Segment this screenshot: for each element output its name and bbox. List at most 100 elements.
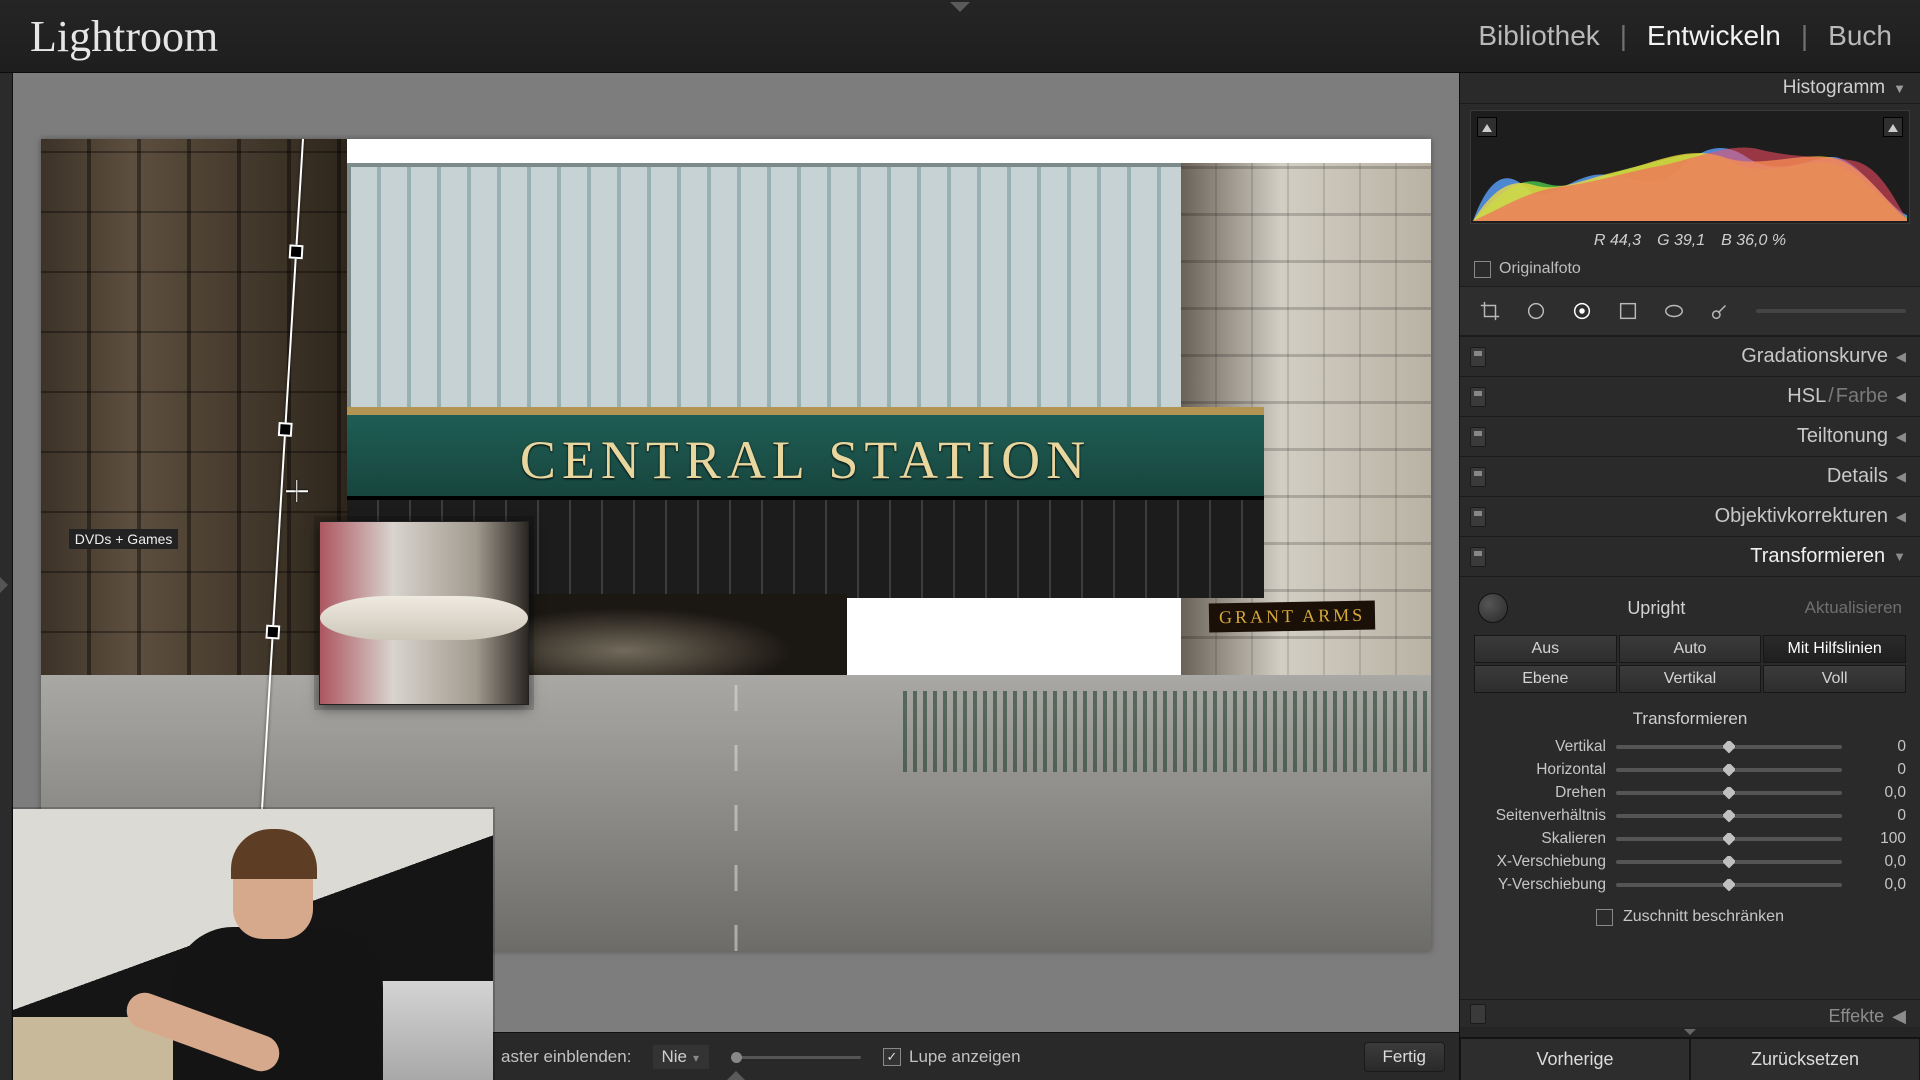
panel-switch-icon[interactable]: [1470, 547, 1486, 567]
module-divider: |: [1620, 20, 1627, 52]
local-tools-strip: [1460, 286, 1920, 336]
upright-label: Upright: [1627, 598, 1685, 619]
panel-switch-icon[interactable]: [1470, 347, 1486, 367]
app-brand: Lightroom: [30, 11, 218, 62]
loupe-preview[interactable]: [319, 521, 529, 705]
upright-analyze-icon[interactable]: [1478, 593, 1508, 623]
chevron-left-icon: ◀: [1896, 429, 1906, 445]
panel-effects[interactable]: Effekte ◀: [1460, 999, 1920, 1027]
workspace: CENTRAL STATION GRANT ARMS DVDs + Games: [0, 73, 1920, 1080]
slider-rotate[interactable]: Drehen 0,0: [1474, 781, 1906, 804]
grid-opacity-slider[interactable]: [731, 1056, 861, 1059]
mask-amount-slider[interactable]: [1756, 309, 1906, 313]
module-picker: Bibliothek | Entwickeln | Buch: [1478, 20, 1892, 52]
develop-right-panel: Histogramm ▼ R 44,3 G 39,1 B 36,0 % Orig…: [1459, 73, 1920, 1080]
transform-subtitle: Transformieren: [1474, 695, 1906, 735]
slider-y-offset[interactable]: Y-Verschiebung 0,0: [1474, 873, 1906, 896]
upright-auto[interactable]: Auto: [1619, 635, 1762, 663]
upright-vertical[interactable]: Vertikal: [1619, 665, 1762, 693]
guide-handle[interactable]: [278, 422, 293, 437]
upright-mode-row2: Ebene Vertikal Voll: [1474, 665, 1906, 693]
chevron-left-icon: ◀: [1896, 349, 1906, 365]
spot-removal-tool[interactable]: [1520, 295, 1552, 327]
radial-filter-tool[interactable]: [1658, 295, 1690, 327]
grid-overlay-label: aster einblenden:: [501, 1047, 631, 1067]
slider-horizontal[interactable]: Horizontal 0: [1474, 758, 1906, 781]
guide-handle[interactable]: [289, 244, 304, 259]
module-book[interactable]: Buch: [1828, 20, 1892, 52]
chevron-left-icon: ◀: [1892, 1006, 1906, 1027]
panel-lens-corrections[interactable]: Objektivkorrekturen ◀: [1460, 496, 1920, 536]
graduated-filter-tool[interactable]: [1612, 295, 1644, 327]
redeye-tool[interactable]: [1566, 295, 1598, 327]
upright-mode-row1: Aus Auto Mit Hilfslinien: [1474, 635, 1906, 663]
scene-dvds-sign: DVDs + Games: [69, 529, 179, 549]
module-library[interactable]: Bibliothek: [1478, 20, 1599, 52]
scene-left-building: [41, 139, 347, 691]
transform-panel-body: Upright Aktualisieren Aus Auto Mit Hilfs…: [1460, 576, 1920, 940]
upright-guided[interactable]: Mit Hilfslinien: [1763, 635, 1906, 663]
station-sign-text: CENTRAL STATION: [520, 429, 1091, 491]
chevron-down-icon: [1684, 1029, 1696, 1035]
canvas-area: CENTRAL STATION GRANT ARMS DVDs + Games: [13, 73, 1459, 1080]
panel-split-toning[interactable]: Teiltonung ◀: [1460, 416, 1920, 456]
scene-railing: [903, 691, 1431, 772]
module-divider: |: [1801, 20, 1808, 52]
shadow-clipping-toggle[interactable]: [1477, 117, 1497, 137]
slider-scale[interactable]: Skalieren 100: [1474, 827, 1906, 850]
panel-resize-handle[interactable]: [1460, 1027, 1920, 1037]
chevron-left-icon: ◀: [1896, 509, 1906, 525]
checkbox-icon: [1596, 909, 1613, 926]
slider-x-offset[interactable]: X-Verschiebung 0,0: [1474, 850, 1906, 873]
upright-level[interactable]: Ebene: [1474, 665, 1617, 693]
show-loupe-label: Lupe anzeigen: [909, 1047, 1021, 1067]
chevron-left-icon: ◀: [1896, 469, 1906, 485]
panel-switch-icon[interactable]: [1470, 1004, 1486, 1024]
guide-handle[interactable]: [266, 625, 281, 640]
top-bar: Lightroom Bibliothek | Entwickeln | Buch: [0, 0, 1920, 73]
panel-transform[interactable]: Transformieren ▼: [1460, 536, 1920, 576]
adjustment-brush-tool[interactable]: [1704, 295, 1736, 327]
left-panel-collapsed[interactable]: [0, 73, 13, 1080]
chevron-down-icon: ▼: [1893, 549, 1906, 564]
develop-footer: Vorherige Zurücksetzen: [1460, 1037, 1920, 1080]
slider-aspect[interactable]: Seitenverhältnis 0: [1474, 804, 1906, 827]
histogram-title: Histogramm: [1783, 77, 1885, 99]
module-develop[interactable]: Entwickeln: [1647, 20, 1781, 52]
show-loupe-checkbox[interactable]: ✓ Lupe anzeigen: [883, 1047, 1021, 1067]
histogram-header[interactable]: Histogramm ▼: [1460, 73, 1920, 104]
done-button[interactable]: Fertig: [1364, 1042, 1445, 1072]
original-photo-toggle[interactable]: Originalfoto: [1460, 256, 1920, 286]
scene-glasshouse: [347, 163, 1264, 415]
panel-switch-icon[interactable]: [1470, 387, 1486, 407]
presenter-webcam: [13, 809, 493, 1080]
chevron-left-icon: ◀: [1896, 389, 1906, 405]
panel-detail[interactable]: Details ◀: [1460, 456, 1920, 496]
grid-overlay-select[interactable]: Nie: [653, 1045, 709, 1069]
panel-switch-icon[interactable]: [1470, 507, 1486, 527]
reset-button[interactable]: Zurücksetzen: [1690, 1038, 1920, 1080]
upright-off[interactable]: Aus: [1474, 635, 1617, 663]
scene-grant-arms-sign: GRANT ARMS: [1209, 600, 1376, 632]
histogram[interactable]: [1470, 110, 1910, 224]
chevron-down-icon: ▼: [1893, 81, 1906, 96]
upright-update-button[interactable]: Aktualisieren: [1805, 598, 1902, 618]
chevron-up-icon[interactable]: [726, 1071, 746, 1080]
constrain-crop[interactable]: Zuschnitt beschränken: [1474, 896, 1906, 934]
upright-full[interactable]: Voll: [1763, 665, 1906, 693]
crop-tool[interactable]: [1474, 295, 1506, 327]
checkbox-icon: [1474, 261, 1491, 278]
rgb-readout: R 44,3 G 39,1 B 36,0 %: [1460, 228, 1920, 256]
slider-vertical[interactable]: Vertikal 0: [1474, 735, 1906, 758]
histogram-graph-icon: [1473, 135, 1907, 221]
chevron-right-icon: [0, 577, 8, 593]
panel-hsl[interactable]: HSL/Farbe ◀: [1460, 376, 1920, 416]
panel-tone-curve[interactable]: Gradationskurve ◀: [1460, 336, 1920, 376]
previous-button[interactable]: Vorherige: [1460, 1038, 1690, 1080]
panel-switch-icon[interactable]: [1470, 467, 1486, 487]
checkmark-icon: ✓: [883, 1048, 901, 1066]
original-photo-label: Originalfoto: [1499, 260, 1581, 278]
chevron-down-icon[interactable]: [950, 2, 970, 12]
panel-switch-icon[interactable]: [1470, 427, 1486, 447]
highlight-clipping-toggle[interactable]: [1883, 117, 1903, 137]
